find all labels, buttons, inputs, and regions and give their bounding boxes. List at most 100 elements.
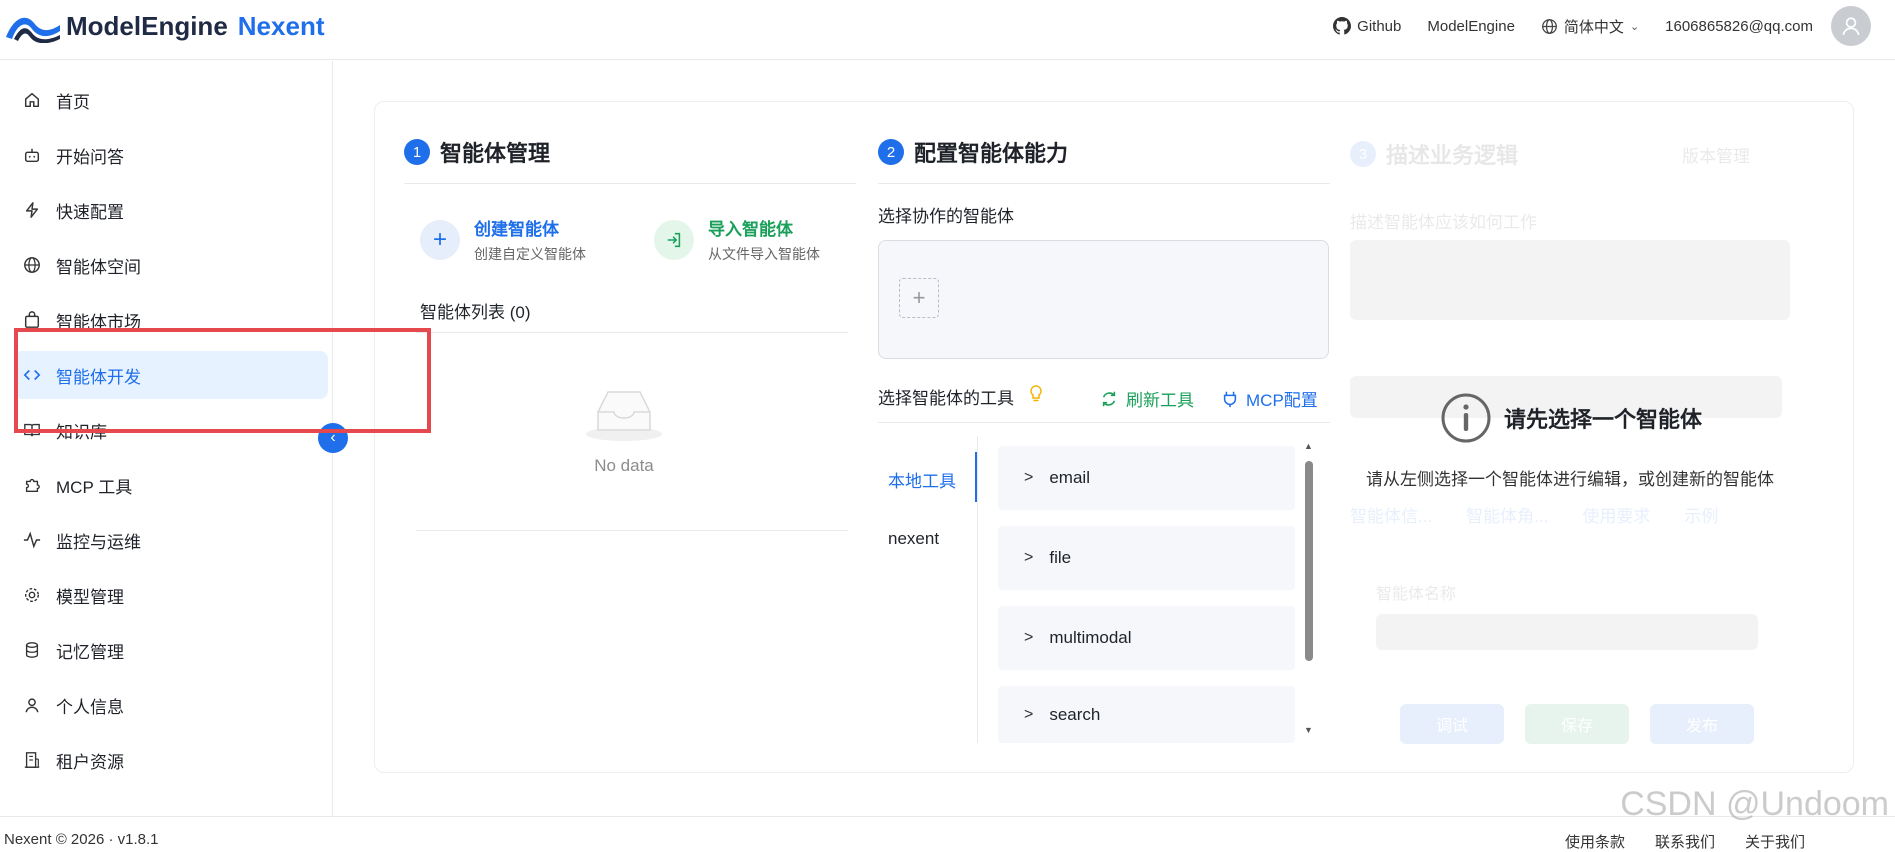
sidebar-item-memory[interactable]: 记忆管理 [14, 626, 328, 674]
section-title-text: 描述业务逻辑 [1386, 143, 1519, 168]
chevron-right-icon: > [1024, 629, 1034, 646]
terms-link[interactable]: 使用条款 [1565, 831, 1625, 852]
sidebar-item-label: 开始问答 [56, 147, 124, 167]
describe-textarea [1350, 240, 1790, 320]
divider [878, 183, 1330, 184]
collab-agent-label: 选择协作的智能体 [878, 207, 1014, 226]
language-selector[interactable]: 简体中文 ⌄ [1541, 16, 1639, 37]
contact-link[interactable]: 联系我们 [1655, 831, 1715, 852]
select-agent-notice: 请先选择一个智能体 [1440, 392, 1702, 444]
sidebar-item-quick-config[interactable]: 快速配置 [14, 186, 328, 234]
sidebar-item-home[interactable]: 首页 [14, 76, 328, 124]
sidebar-item-agent-dev[interactable]: 智能体开发 [14, 351, 328, 399]
refresh-tools-label: 刷新工具 [1126, 391, 1194, 410]
import-icon [654, 219, 694, 260]
empty-inbox-icon [586, 391, 662, 441]
home-icon [20, 88, 44, 112]
step-number: 2 [878, 139, 904, 165]
database-icon [20, 638, 44, 662]
sidebar-item-knowledge[interactable]: 知识库 [14, 406, 328, 454]
refresh-tools-button[interactable]: 刷新工具 [1100, 386, 1194, 411]
avatar[interactable] [1831, 6, 1871, 46]
sidebar-item-mcp-tools[interactable]: MCP 工具 [14, 461, 328, 509]
bolt-icon [20, 198, 44, 222]
chevron-down-icon: ⌄ [1629, 20, 1640, 33]
scroll-thumb[interactable] [1305, 461, 1313, 661]
sidebar-item-chat[interactable]: 开始问答 [14, 131, 328, 179]
debug-button: 调试 [1400, 704, 1504, 744]
agent-info-tabs: 智能体信... 智能体角... 使用要求 示例 [1350, 502, 1718, 527]
tool-group-email[interactable]: > email [998, 446, 1295, 510]
chevron-right-icon: > [1024, 705, 1034, 723]
divider [416, 332, 848, 333]
brand-accent: Nexent [237, 10, 325, 41]
scroll-down-icon[interactable]: ▼ [1304, 725, 1313, 735]
scroll-up-icon[interactable]: ▲ [1304, 441, 1313, 451]
gear-icon [20, 583, 44, 607]
divider [404, 183, 856, 184]
divider [416, 530, 848, 531]
tab-local-tools[interactable]: 本地工具 [888, 467, 956, 492]
modelengine-label: ModelEngine [1427, 17, 1515, 35]
sidebar-item-label: 记忆管理 [56, 642, 124, 662]
user-icon [1842, 17, 1860, 36]
tool-group-multimodal[interactable]: > multimodal [998, 606, 1295, 670]
tool-group-label: multimodal [1049, 628, 1132, 647]
tab-usage: 使用要求 [1582, 507, 1651, 526]
publish-button: 发布 [1650, 704, 1754, 744]
notice-title: 请先选择一个智能体 [1504, 407, 1703, 432]
add-collab-agent-button[interactable]: + [899, 278, 939, 318]
plus-icon: + [420, 219, 460, 260]
tool-group-label: search [1049, 704, 1101, 724]
user-email[interactable]: 1606865826@qq.com [1665, 18, 1813, 35]
sidebar-item-models[interactable]: 模型管理 [14, 571, 328, 619]
mcp-config-button[interactable]: MCP配置 [1222, 386, 1318, 411]
chevron-right-icon: > [1024, 469, 1034, 486]
watermark: CSDN @Undoom [1620, 785, 1889, 823]
tool-group-file[interactable]: > file [998, 526, 1295, 590]
lightbulb-icon[interactable] [1028, 384, 1044, 409]
sidebar-item-label: 模型管理 [56, 587, 124, 607]
section2-title: 2 配置智能体能力 [878, 136, 1068, 168]
sidebar-item-agent-space[interactable]: 智能体空间 [14, 241, 328, 289]
building-icon [20, 748, 44, 772]
brand-name: ModelEngine [66, 10, 228, 41]
user-email-label: 1606865826@qq.com [1665, 17, 1813, 35]
footer: Nexent © 2026 · v1.8.1 使用条款 联系我们 关于我们 [0, 816, 1895, 851]
sidebar-item-agent-market[interactable]: 智能体市场 [14, 296, 328, 344]
create-agent-button[interactable]: + 创建智能体 创建自定义智能体 [420, 215, 586, 264]
sidebar-item-label: MCP 工具 [56, 477, 133, 497]
tool-group-search[interactable]: > search [998, 686, 1295, 743]
tab-agent-info: 智能体信... [1350, 507, 1433, 526]
agent-name-input [1376, 614, 1758, 650]
tool-group-label: file [1049, 548, 1072, 567]
tool-list-scrollbar[interactable]: ▲ ▼ [1303, 441, 1313, 735]
globe-icon [1541, 18, 1557, 34]
copyright: Nexent © 2026 · v1.8.1 [4, 831, 159, 848]
sidebar-item-label: 快速配置 [56, 202, 124, 222]
create-agent-subtitle: 创建自定义智能体 [474, 246, 586, 262]
version-management-button: 版本管理 [1682, 147, 1750, 166]
tool-group-label: email [1049, 468, 1090, 487]
empty-state: No data [584, 386, 664, 476]
import-agent-button[interactable]: 导入智能体 从文件导入智能体 [654, 215, 820, 264]
sidebar-collapse-button[interactable]: ‹ [318, 423, 348, 453]
sidebar-item-tenant[interactable]: 租户资源 [14, 736, 328, 784]
divider [878, 422, 1330, 423]
notice-subtitle: 请从左侧选择一个智能体进行编辑，或创建新的智能体 [1366, 470, 1774, 489]
sidebar-item-monitoring[interactable]: 监控与运维 [14, 516, 328, 564]
about-link[interactable]: 关于我们 [1745, 831, 1805, 852]
info-icon [1441, 393, 1491, 443]
github-link[interactable]: Github [1333, 17, 1401, 35]
tools-label: 选择智能体的工具 [878, 389, 1014, 408]
section3-title: 3 描述业务逻辑 [1350, 138, 1518, 170]
sidebar-item-profile[interactable]: 个人信息 [14, 681, 328, 729]
logo-icon [6, 17, 60, 43]
top-header: ModelEngine Nexent Github ModelEngine 简体… [0, 0, 1895, 60]
tab-nexent[interactable]: nexent [888, 529, 939, 549]
agent-name-label: 智能体名称 [1376, 586, 1457, 603]
github-label: Github [1357, 17, 1402, 35]
brand-logo[interactable]: ModelEngine Nexent [4, 8, 324, 44]
modelengine-link[interactable]: ModelEngine [1427, 18, 1515, 35]
pulse-icon [20, 528, 44, 552]
